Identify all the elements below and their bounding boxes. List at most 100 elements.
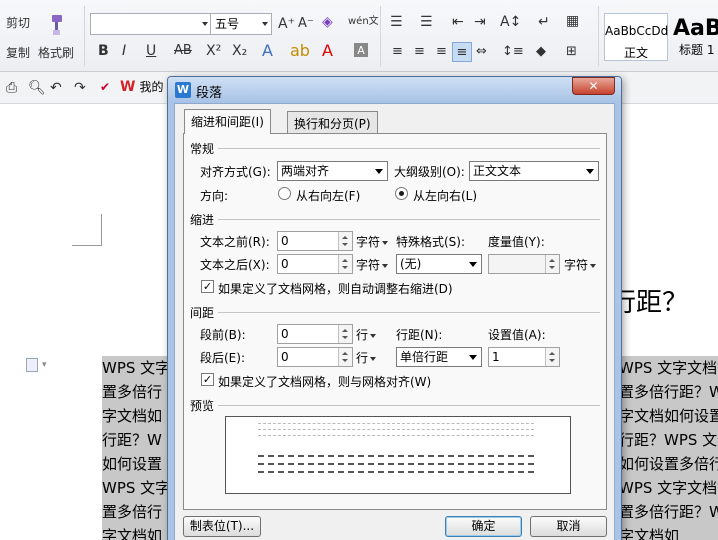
distribute-icon[interactable]: ⇔	[476, 44, 487, 59]
indent-before-unit[interactable]: 字符	[356, 233, 388, 250]
special-format-label: 特殊格式(S):	[396, 235, 466, 249]
underline-icon[interactable]: U	[146, 43, 156, 59]
outline-level-select[interactable]: 正文文本	[469, 161, 599, 181]
grow-font-icon[interactable]: A⁺	[278, 16, 295, 32]
special-format-value: (无)	[400, 257, 422, 271]
style-heading1-label: 标题 1	[679, 43, 715, 57]
document-tab[interactable]: W 我的	[120, 78, 163, 95]
alignment-select[interactable]: 两端对齐	[277, 161, 388, 181]
style-normal[interactable]: AaBbCcDd 正文	[604, 13, 668, 61]
tab-stops-button[interactable]: 制表位(T)...	[183, 516, 261, 537]
group-divider	[218, 405, 600, 406]
copy-button[interactable]: 复制	[6, 44, 30, 61]
set-value-input[interactable]: 1	[488, 347, 560, 367]
dialog-titlebar[interactable]: W 段落 ✕	[168, 77, 621, 103]
space-before-unit[interactable]: 行	[356, 326, 376, 343]
space-after-unit[interactable]: 行	[356, 349, 376, 366]
tab-line-page-breaks[interactable]: 换行和分页(P)	[287, 111, 378, 133]
format-painter-button[interactable]: 格式刷	[38, 44, 74, 61]
text-effect-icon[interactable]: A	[262, 41, 273, 60]
strikethrough-icon[interactable]: AB	[174, 43, 192, 58]
bullets-icon[interactable]: ☰	[390, 14, 403, 30]
table-icon[interactable]: ▦	[566, 13, 579, 29]
paragraph-preview	[225, 416, 571, 494]
space-after-input[interactable]: 0	[277, 347, 353, 367]
ltr-radio[interactable]	[395, 187, 408, 200]
font-name-combo[interactable]	[90, 13, 212, 35]
line-left-text: WPS 文字	[102, 479, 171, 497]
spinner-buttons[interactable]	[338, 232, 352, 250]
format-painter-icon[interactable]	[46, 14, 64, 36]
spinner-buttons[interactable]	[545, 348, 559, 366]
undo-icon[interactable]: ↶	[50, 80, 62, 96]
spinner-buttons[interactable]	[338, 255, 352, 273]
align-center-icon[interactable]: ≡	[414, 44, 425, 59]
indent-after-unit[interactable]: 字符	[356, 256, 388, 273]
italic-icon[interactable]: I	[122, 43, 126, 59]
auto-adjust-indent-label: 如果定义了文档网格，则自动调整右缩进(D)	[218, 282, 453, 296]
chevron-down-icon[interactable]: ▾	[42, 360, 47, 370]
line-right-text: 置多倍行距？W	[619, 383, 718, 401]
print-preview-icon[interactable]: 🔍︎	[28, 80, 46, 96]
spin-down-icon	[342, 266, 348, 269]
close-button[interactable]: ✕	[572, 77, 615, 95]
spinner-buttons[interactable]	[338, 325, 352, 343]
line-spacing-icon[interactable]: ↕≡	[502, 44, 524, 59]
paragraph-shading-icon[interactable]: ◆	[536, 44, 546, 59]
spin-up-icon	[342, 352, 348, 355]
cut-button[interactable]: 剪切	[6, 14, 30, 31]
line-right-text: 字文档如	[619, 527, 680, 540]
outline-level-label: 大纲级别(O):	[394, 165, 465, 179]
decrease-indent-icon[interactable]: ⇤	[452, 14, 464, 30]
indent-after-value: 0	[281, 257, 289, 271]
chevron-down-icon	[586, 169, 594, 174]
show-marks-icon[interactable]: ↵	[538, 14, 550, 30]
tab-indent-spacing[interactable]: 缩进和间距(I)	[184, 109, 271, 134]
redo-icon[interactable]: ↷	[74, 80, 86, 96]
increase-indent-icon[interactable]: ⇥	[474, 14, 486, 30]
snap-to-grid-checkbox[interactable]: ✓	[201, 373, 214, 386]
shrink-font-icon[interactable]: A⁻	[298, 16, 314, 31]
pin-icon[interactable]: ✔	[100, 80, 110, 94]
numbering-icon[interactable]: ☰	[420, 14, 433, 30]
character-shading-icon[interactable]: A	[354, 43, 368, 57]
align-justify-icon[interactable]: ≡	[452, 42, 472, 62]
auto-adjust-indent-checkbox[interactable]: ✓	[201, 280, 214, 293]
measure-input[interactable]	[488, 254, 560, 274]
paragraph-layout-icon[interactable]	[26, 358, 38, 372]
style-heading1[interactable]: AaB 标题 1	[668, 13, 718, 61]
tab-panel-indent-spacing: 常规 对齐方式(G): 两端对齐 大纲级别(O): 正文文本 方向: 从右向左(…	[183, 133, 607, 510]
superscript-icon[interactable]: X²	[206, 43, 221, 59]
line-spacing-select[interactable]: 单倍行距	[396, 347, 482, 367]
measure-unit[interactable]: 字符	[564, 256, 596, 273]
preview-line-prev	[258, 435, 534, 437]
phonetic-guide-icon[interactable]: wén文	[348, 12, 379, 27]
special-format-select[interactable]: (无)	[396, 254, 482, 274]
space-before-input[interactable]: 0	[277, 324, 353, 344]
spinner-buttons[interactable]	[545, 255, 559, 273]
spin-up-icon	[342, 236, 348, 239]
style-heading1-sample: AaB	[673, 16, 718, 41]
rtl-radio[interactable]	[278, 187, 291, 200]
sort-icon[interactable]: A↕	[500, 14, 521, 30]
ok-button[interactable]: 确定	[445, 516, 522, 537]
borders-icon[interactable]: ⊞	[566, 44, 577, 59]
highlight-icon[interactable]: ab	[290, 41, 310, 60]
cancel-button[interactable]: 取消	[530, 516, 607, 537]
bold-icon[interactable]: B	[98, 43, 109, 59]
font-size-combo[interactable]: 五号	[210, 13, 272, 35]
clear-format-icon[interactable]: ◈	[322, 14, 333, 30]
indent-after-input[interactable]: 0	[277, 254, 353, 274]
align-right-icon[interactable]: ≡	[436, 44, 447, 59]
outline-level-value: 正文文本	[473, 164, 522, 178]
print-icon[interactable]: ⎙	[6, 80, 17, 96]
preview-line-current	[258, 463, 534, 465]
align-left-icon[interactable]: ≡	[392, 44, 403, 59]
preview-line-prev	[258, 429, 534, 431]
spinner-buttons[interactable]	[338, 348, 352, 366]
preview-line-current	[258, 455, 534, 457]
indent-before-input[interactable]: 0	[277, 231, 353, 251]
line-left-text: 字文档如	[102, 407, 163, 425]
subscript-icon[interactable]: X₂	[232, 43, 247, 59]
font-color-icon[interactable]: A	[322, 41, 333, 60]
